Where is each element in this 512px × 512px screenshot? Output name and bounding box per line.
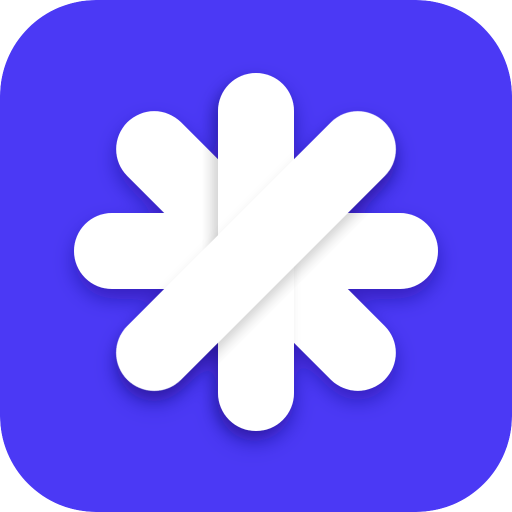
app-icon[interactable]: [0, 0, 512, 512]
icon-canvas: [0, 0, 512, 512]
asterisk-icon: [0, 0, 512, 512]
asterisk-glyph: [74, 73, 438, 431]
